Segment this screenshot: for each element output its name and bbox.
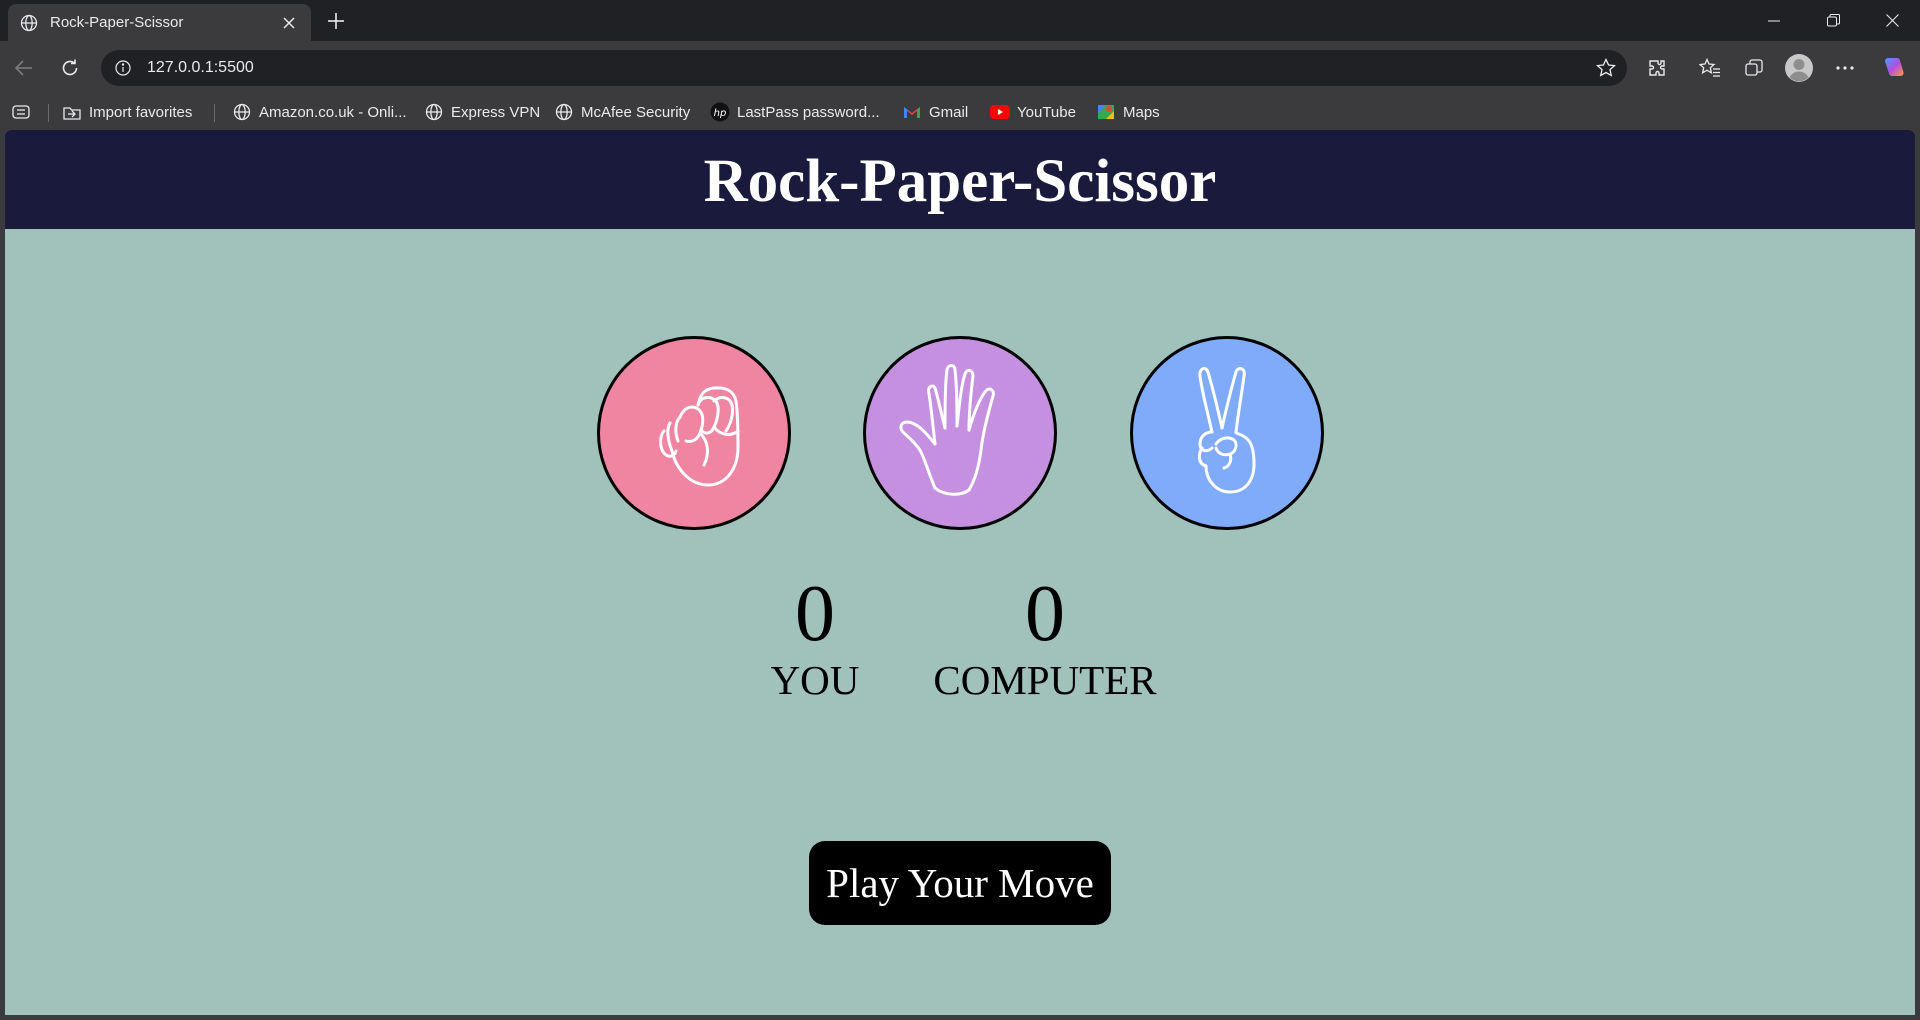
close-tab-icon[interactable]	[279, 13, 299, 33]
bookmark-label: Express VPN	[451, 103, 541, 121]
more-options-icon[interactable]	[1828, 51, 1862, 85]
copilot-icon[interactable]	[1876, 51, 1910, 85]
bookmark-label: Maps	[1123, 103, 1160, 121]
tab-strip: Rock-Paper-Scissor	[0, 0, 1920, 41]
page-title: Rock-Paper-Scissor	[703, 147, 1217, 215]
paper-choice-button[interactable]	[863, 336, 1057, 530]
bookmark-label: Import favorites	[89, 103, 193, 121]
open-hand-icon	[895, 356, 1025, 511]
bookmark-mcafee[interactable]: McAfee Security	[554, 100, 690, 124]
minimize-button[interactable]	[1746, 0, 1802, 41]
restore-button[interactable]	[1805, 0, 1861, 41]
reload-button[interactable]	[53, 51, 87, 85]
favorites-icon[interactable]	[1693, 51, 1727, 85]
globe-icon	[424, 102, 444, 122]
site-info-icon[interactable]	[111, 56, 135, 80]
computer-score-board: 0 COMPUTER	[920, 570, 1170, 702]
bookmark-import-favorites[interactable]: Import favorites	[62, 100, 192, 124]
collections-icon[interactable]	[1737, 51, 1771, 85]
bookmarks-bar: Import favorites Amazon.co.uk - Onli... …	[0, 94, 1920, 130]
bookmark-label: LastPass password...	[737, 103, 880, 121]
page-header: Rock-Paper-Scissor	[5, 130, 1915, 229]
back-button[interactable]	[7, 51, 41, 85]
browser-toolbar: 127.0.0.1:5500	[0, 41, 1920, 94]
bookmark-youtube[interactable]: YouTube	[990, 100, 1076, 124]
rock-choice-button[interactable]	[597, 336, 791, 530]
bookmark-express-vpn[interactable]: Express VPN	[424, 100, 540, 124]
bookmark-maps[interactable]: Maps	[1096, 100, 1160, 124]
peace-hand-icon	[1172, 356, 1282, 511]
extensions-icon[interactable]	[1640, 51, 1674, 85]
play-your-move-button[interactable]: Play Your Move	[809, 841, 1111, 925]
new-tab-button[interactable]	[322, 7, 350, 35]
bookmark-gmail[interactable]: Gmail	[902, 100, 968, 124]
bookmark-lastpass[interactable]: hp LastPass password...	[710, 100, 880, 124]
bookmark-label: YouTube	[1017, 103, 1076, 121]
tab-title: Rock-Paper-Scissor	[50, 14, 184, 31]
import-icon	[62, 102, 82, 122]
url-text: 127.0.0.1:5500	[147, 59, 254, 76]
user-score: 0	[795, 570, 835, 658]
bookmark-amazon[interactable]: Amazon.co.uk - Onli...	[232, 100, 407, 124]
bookmark-label: Gmail	[929, 103, 969, 121]
bookmark-label: Amazon.co.uk - Onli...	[259, 103, 407, 121]
maps-icon	[1096, 102, 1116, 122]
computer-score-label: COMPUTER	[933, 657, 1157, 703]
globe-icon	[232, 102, 252, 122]
gmail-icon	[902, 102, 922, 122]
computer-score: 0	[1025, 570, 1065, 658]
page-viewport: Rock-Paper-Scissor 0 YOU 0 COMPUTER Play…	[5, 130, 1915, 1015]
youtube-icon	[990, 102, 1010, 122]
bookmarks-separator	[48, 104, 49, 122]
hp-icon: hp	[710, 102, 730, 122]
close-window-button[interactable]	[1864, 0, 1920, 41]
browser-tab[interactable]: Rock-Paper-Scissor	[8, 4, 311, 41]
globe-icon	[20, 14, 38, 32]
favorite-star-icon[interactable]	[1595, 57, 1617, 79]
address-bar[interactable]: 127.0.0.1:5500	[101, 50, 1627, 86]
user-score-label: YOU	[770, 657, 860, 703]
fist-icon	[634, 361, 754, 506]
reading-list-icon[interactable]	[12, 100, 30, 124]
globe-icon	[554, 102, 574, 122]
bookmarks-separator	[214, 104, 215, 122]
profile-avatar-icon[interactable]	[1782, 51, 1816, 85]
scissors-choice-button[interactable]	[1130, 336, 1324, 530]
bookmark-label: McAfee Security	[581, 103, 691, 121]
svg-text:hp: hp	[714, 108, 727, 119]
user-score-board: 0 YOU	[735, 570, 895, 702]
